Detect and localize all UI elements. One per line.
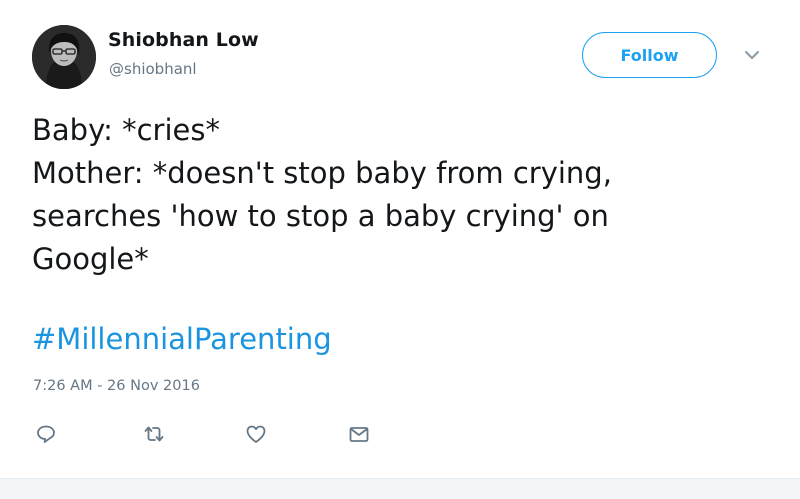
avatar[interactable]	[32, 25, 96, 89]
display-name[interactable]: Shiobhan Low	[108, 29, 259, 51]
direct-message-icon[interactable]	[347, 422, 371, 446]
footer-divider	[0, 478, 800, 499]
avatar-image	[32, 25, 96, 89]
reply-icon[interactable]	[34, 422, 58, 446]
follow-button[interactable]: Follow	[582, 32, 717, 78]
tweet-card: Shiobhan Low @shiobhanl Follow Baby: *cr…	[0, 0, 800, 478]
hashtag-link[interactable]: #MillennialParenting	[32, 318, 332, 361]
timestamp[interactable]: 7:26 AM - 26 Nov 2016	[33, 378, 200, 394]
tweet-text-line: Google*	[32, 242, 149, 276]
tweet-text-line: searches 'how to stop a baby crying' on	[32, 199, 609, 233]
tweet-text: Baby: *cries* Mother: *doesn't stop baby…	[32, 109, 772, 281]
user-handle[interactable]: @shiobhanl	[109, 60, 197, 78]
tweet-text-line: Mother: *doesn't stop baby from crying,	[32, 156, 612, 190]
like-icon[interactable]	[244, 422, 268, 446]
chevron-down-icon[interactable]	[744, 46, 760, 59]
tweet-text-line: Baby: *cries*	[32, 113, 220, 147]
retweet-icon[interactable]	[142, 422, 166, 446]
